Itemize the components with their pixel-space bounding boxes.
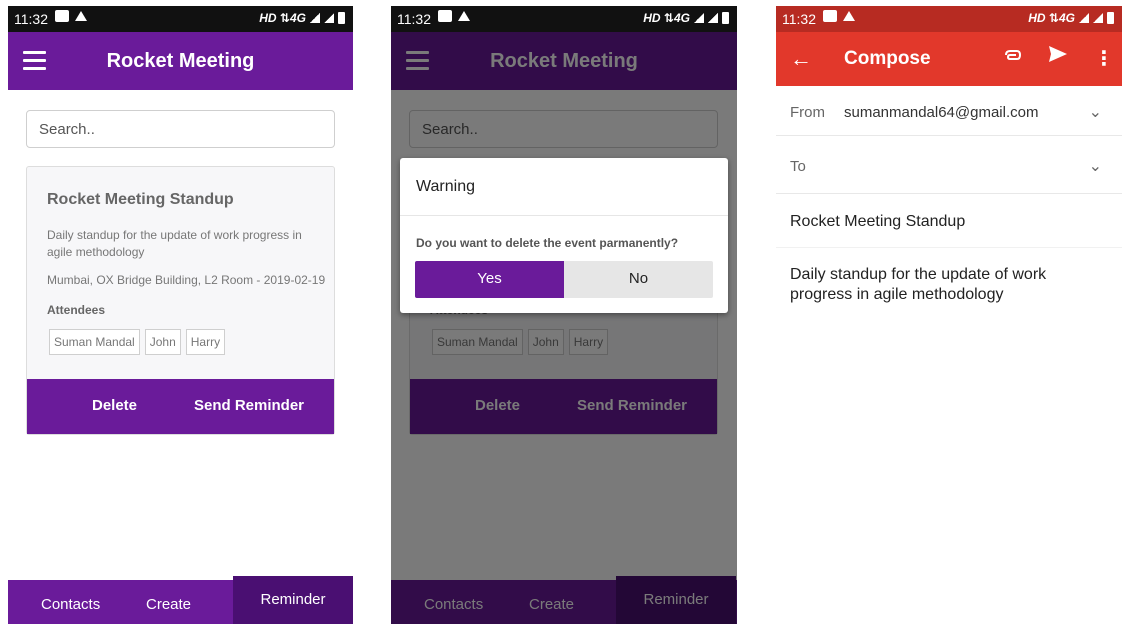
from-row[interactable]: From sumanmandal64@gmail.com ⌄	[776, 86, 1122, 136]
battery-icon	[338, 12, 345, 24]
phone-compose: 11:32 HD ⇅4G ← Compose ⋮ From sumanmanda…	[776, 6, 1122, 624]
battery-icon	[722, 12, 729, 24]
dialog-title: Warning	[416, 178, 475, 195]
to-row[interactable]: To ⌄	[776, 136, 1122, 194]
attendee-chips: Suman Mandal John Harry	[49, 329, 226, 355]
chevron-down-icon[interactable]: ⌄	[1089, 102, 1102, 122]
app-notification-icon	[438, 10, 452, 22]
tab-contacts[interactable]: Contacts	[41, 596, 100, 613]
attendee-chip: Suman Mandal	[49, 329, 140, 355]
app-title: Rocket Meeting	[106, 50, 255, 72]
tab-reminder[interactable]: Reminder	[233, 576, 353, 624]
signal-icon	[1079, 13, 1089, 23]
modal-scrim[interactable]	[391, 32, 737, 624]
phone-event-list: 11:32 HD ⇅4G Rocket Meeting Search.. Roc…	[8, 6, 353, 624]
status-time: 11:32	[397, 11, 431, 27]
search-input[interactable]: Search..	[26, 110, 335, 148]
status-bar: 11:32 HD ⇅4G	[8, 6, 353, 32]
bottom-nav: Contacts Create Reminder	[8, 576, 353, 624]
compose-toolbar: ← Compose ⋮	[776, 32, 1122, 86]
event-location-date: Mumbai, OX Bridge Building, L2 Room - 20…	[47, 273, 326, 287]
network-label: HD ⇅4G	[643, 11, 690, 25]
warning-icon	[458, 11, 470, 21]
to-label: To	[790, 158, 806, 175]
warning-dialog: Warning Do you want to delete the event …	[400, 158, 728, 313]
tab-create[interactable]: Create	[146, 596, 191, 613]
signal-icon	[708, 13, 718, 23]
event-description: Daily standup for the update of work pro…	[47, 228, 302, 259]
app-bar: Rocket Meeting	[8, 32, 353, 90]
status-time: 11:32	[782, 11, 816, 27]
send-reminder-button[interactable]: Send Reminder	[194, 397, 304, 414]
signal-icon	[694, 13, 704, 23]
signal-icon	[310, 13, 320, 23]
network-label: HD ⇅4G	[259, 11, 306, 25]
signal-icon	[1093, 13, 1103, 23]
status-bar: 11:32 HD ⇅4G	[776, 6, 1122, 32]
more-vert-icon[interactable]: ⋮	[1094, 46, 1114, 71]
network-label: HD ⇅4G	[1028, 11, 1075, 25]
compose-title: Compose	[844, 48, 931, 69]
warning-icon	[75, 11, 87, 21]
from-label: From	[790, 104, 825, 121]
attendees-label: Attendees	[47, 303, 106, 317]
chevron-down-icon[interactable]: ⌄	[1089, 156, 1102, 176]
subject-divider	[776, 247, 1122, 248]
body-field[interactable]: Daily standup for the update of work pro…	[790, 265, 1100, 305]
attach-icon[interactable]	[1002, 46, 1022, 68]
app-notification-icon	[55, 10, 69, 22]
phone-delete-dialog: 11:32 HD ⇅4G Rocket Meeting Search.. Roc…	[391, 6, 737, 624]
event-card: Rocket Meeting Standup Daily standup for…	[26, 166, 335, 435]
no-button[interactable]: No	[564, 261, 713, 298]
warning-icon	[843, 11, 855, 21]
delete-button[interactable]: Delete	[92, 397, 137, 414]
battery-icon	[1107, 12, 1114, 24]
card-actions: Delete Send Reminder	[27, 379, 334, 434]
attendee-chip: Harry	[185, 329, 226, 355]
status-bar: 11:32 HD ⇅4G	[391, 6, 737, 32]
send-icon[interactable]	[1048, 45, 1068, 69]
event-title: Rocket Meeting Standup	[47, 191, 234, 208]
dialog-divider	[400, 215, 728, 216]
app-notification-icon	[823, 10, 837, 22]
yes-button[interactable]: Yes	[415, 261, 564, 298]
signal-icon	[324, 13, 334, 23]
subject-field[interactable]: Rocket Meeting Standup	[790, 213, 965, 231]
attendee-chip: John	[144, 329, 181, 355]
dialog-message: Do you want to delete the event parmanen…	[416, 236, 679, 250]
status-time: 11:32	[14, 11, 48, 27]
from-value: sumanmandal64@gmail.com	[844, 104, 1039, 121]
arrow-back-icon[interactable]: ←	[790, 46, 812, 72]
